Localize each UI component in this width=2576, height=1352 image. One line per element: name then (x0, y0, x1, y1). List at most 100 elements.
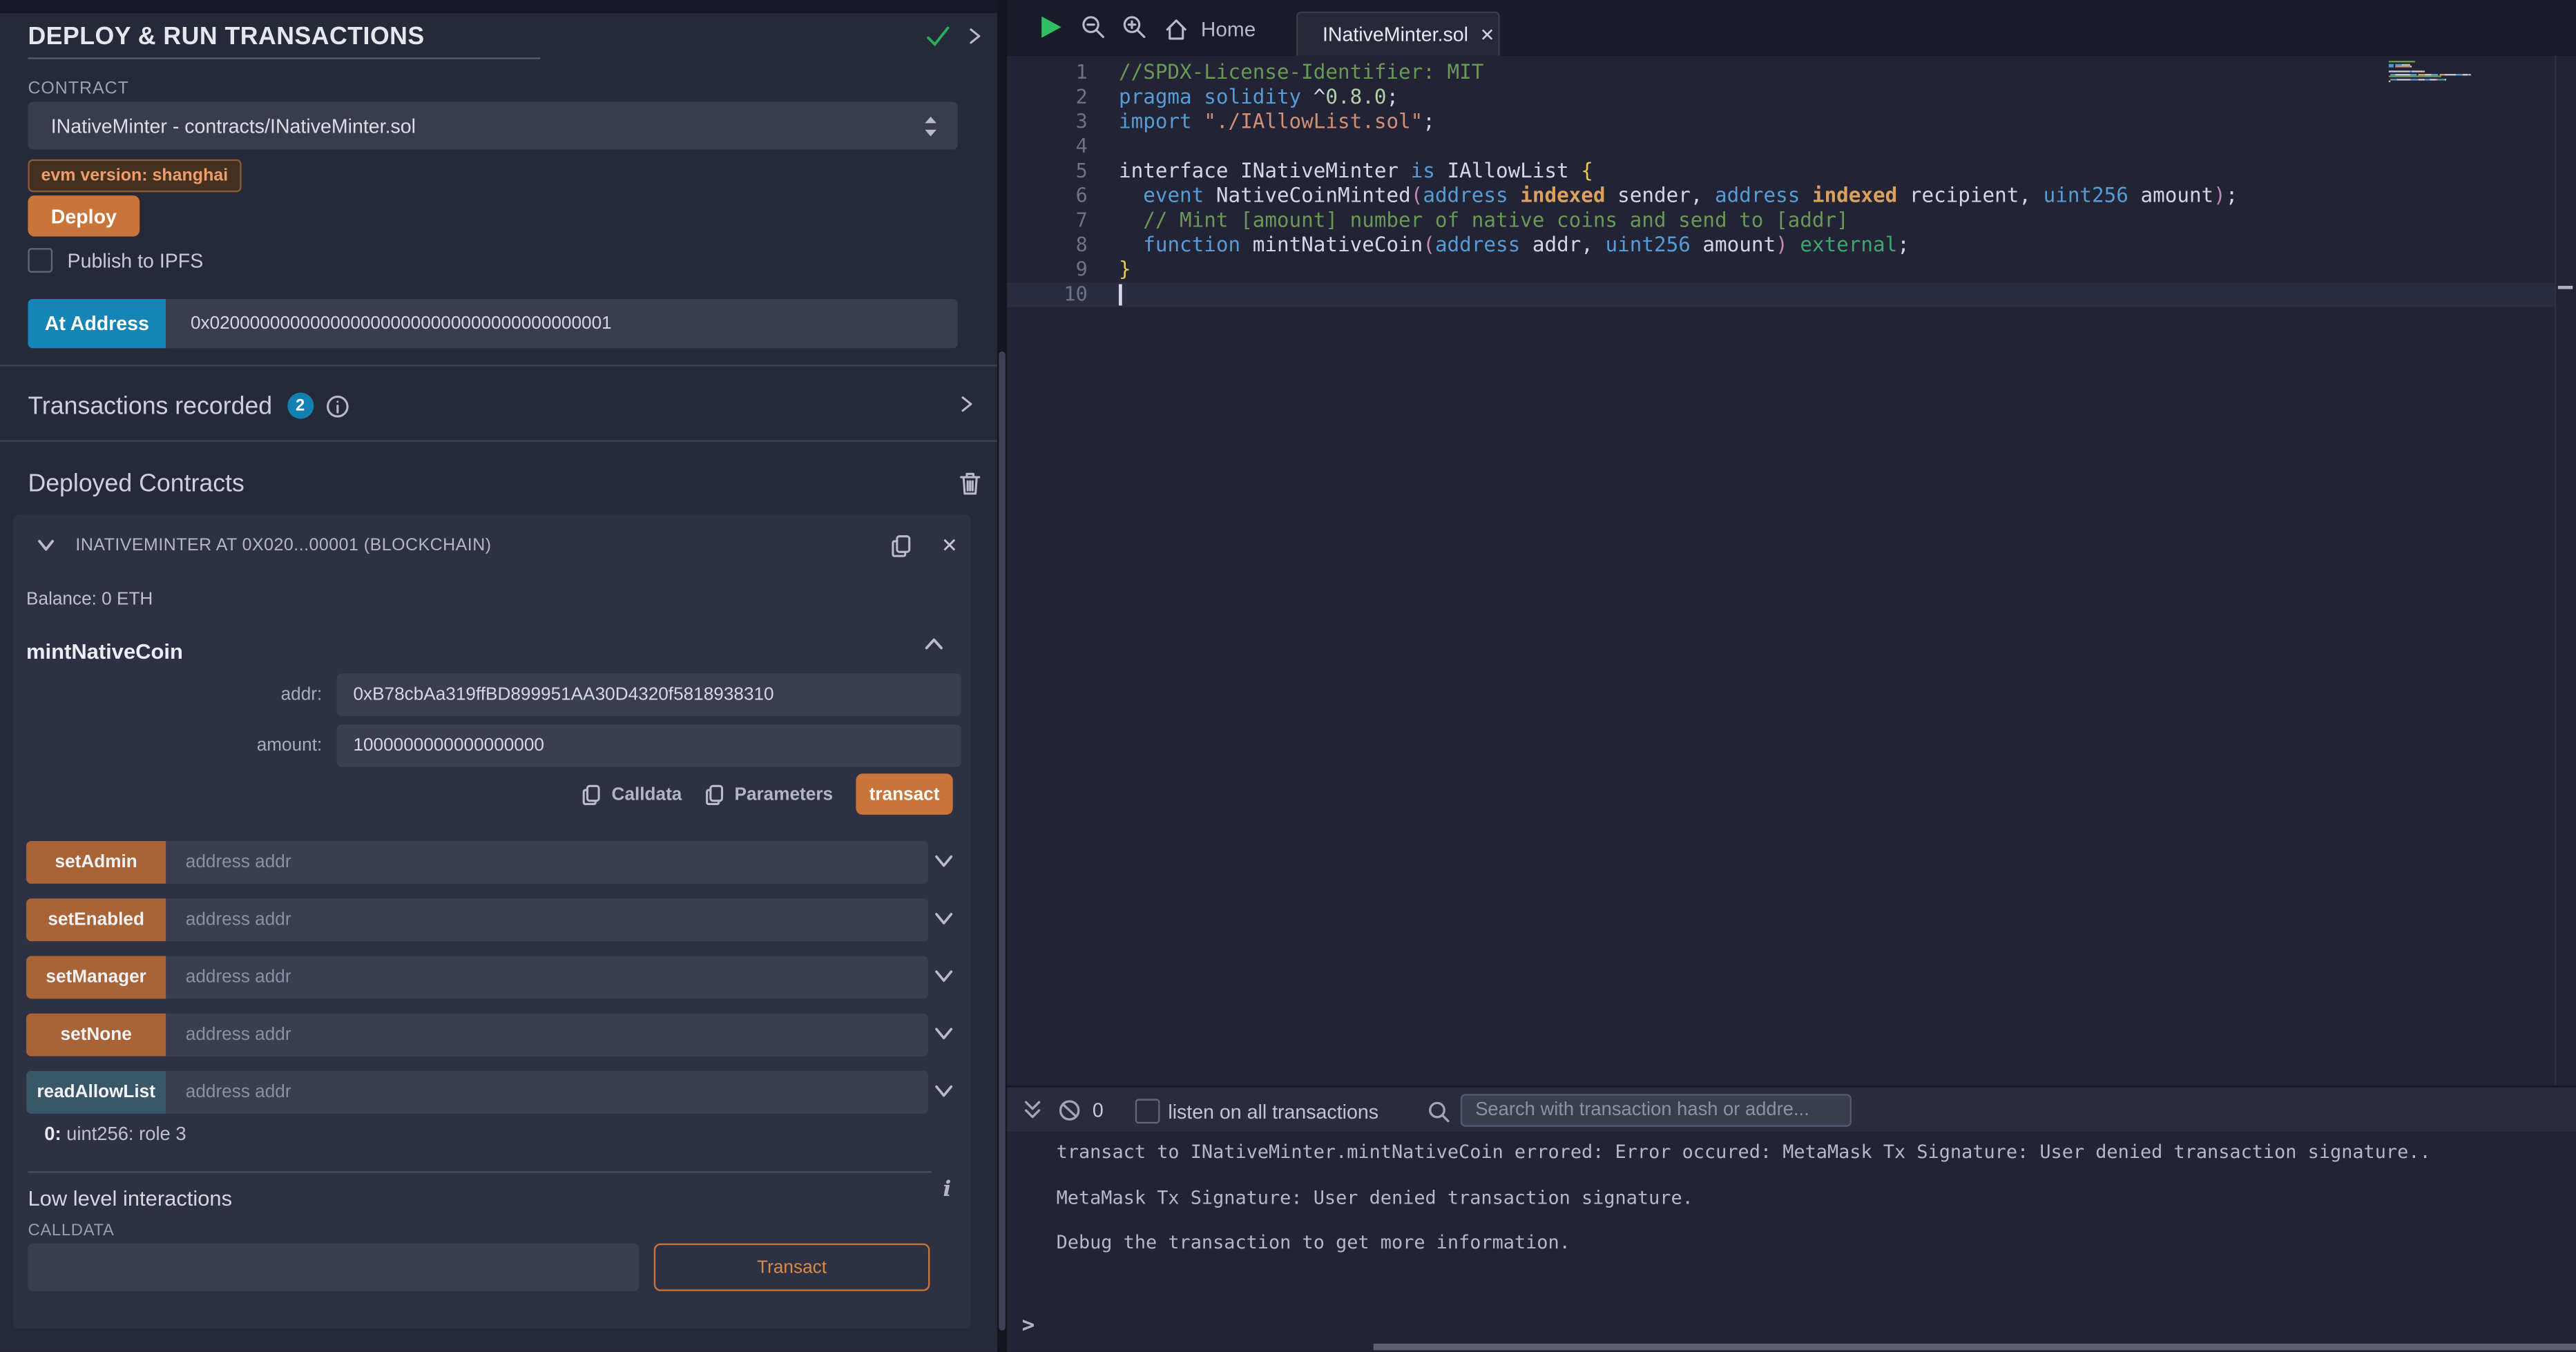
code-editor[interactable]: 1//SPDX-License-Identifier: MIT2pragma s… (1007, 56, 2576, 1086)
readallowlist-input[interactable]: address addr (166, 1071, 928, 1114)
expand-function-chevron-icon[interactable] (933, 1083, 954, 1101)
setmanager-input[interactable]: address addr (166, 956, 928, 998)
low-level-row: Transact (28, 1244, 930, 1291)
code-line-9[interactable]: 9} (1007, 258, 2576, 283)
terminal-prompt[interactable]: > (1022, 1314, 1035, 1339)
code-line-8[interactable]: 8 function mintNativeCoin(address addr, … (1007, 234, 2576, 259)
code-line-10[interactable]: 10 (1007, 283, 2576, 308)
at-address-value: 0x02000000000000000000000000000000000000… (191, 313, 612, 334)
contract-select[interactable]: INativeMinter - contracts/INativeMinter.… (28, 102, 957, 149)
function-row-setadmin: setAdminaddress addr (26, 841, 928, 884)
transactions-recorded-label: Transactions recorded (28, 392, 272, 419)
function-action-row: Calldata Parameters transact (582, 773, 953, 814)
addr-field-label: addr: (13, 673, 322, 716)
setenabled-input[interactable]: address addr (166, 898, 928, 941)
function-name-mintnativecoin[interactable]: mintNativeCoin (26, 639, 183, 664)
expand-terminal-double-chevron-icon[interactable] (1022, 1099, 1044, 1121)
tab-inativeminter-sol[interactable]: INativeMinter.sol ✕ (1296, 12, 1500, 56)
function-row-setnone: setNoneaddress addr (26, 1014, 928, 1056)
panel-chevron-right-icon[interactable] (964, 26, 984, 46)
setnone-button[interactable]: setNone (26, 1014, 166, 1056)
expand-function-chevron-icon[interactable] (933, 853, 954, 871)
code-line-6[interactable]: 6 event NativeCoinMinted(address indexed… (1007, 184, 2576, 209)
transact-button[interactable]: transact (856, 773, 952, 814)
contract-label: CONTRACT (28, 79, 128, 99)
code-line-2[interactable]: 2pragma solidity ^0.8.0; (1007, 86, 2576, 110)
readallowlist-button[interactable]: readAllowList (26, 1071, 166, 1114)
listen-all-transactions-label: listen on all transactions (1168, 1101, 1378, 1123)
low-level-transact-button[interactable]: Transact (654, 1244, 930, 1291)
deploy-button[interactable]: Deploy (28, 195, 140, 236)
collapse-chevron-up-icon[interactable] (923, 636, 945, 653)
card-divider (28, 1171, 931, 1172)
setmanager-button[interactable]: setManager (26, 956, 166, 998)
clear-console-icon[interactable] (1058, 1099, 1081, 1121)
section-divider (0, 441, 997, 442)
expand-function-chevron-icon[interactable] (933, 910, 954, 928)
setenabled-button[interactable]: setEnabled (26, 898, 166, 941)
deploy-run-panel: DEPLOY & RUN TRANSACTIONS CONTRACT INati… (0, 13, 997, 1352)
addr-field-input[interactable]: 0xB78cbAa319ffBD899951AA30D4320f58189383… (337, 673, 961, 716)
deployed-contract-card: INATIVEMINTER AT 0X020...00001 (BLOCKCHA… (13, 514, 971, 1329)
line-number: 10 (1007, 283, 1088, 308)
zoom-in-icon[interactable] (1122, 15, 1147, 39)
listen-all-transactions-checkbox[interactable] (1135, 1099, 1160, 1123)
line-number: 2 (1007, 86, 1088, 110)
zoom-out-icon[interactable] (1081, 15, 1106, 39)
calldata-input[interactable] (28, 1244, 639, 1291)
transactions-recorded-section[interactable]: Transactions recorded 2 (28, 389, 981, 423)
terminal-message: transact to INativeMinter.mintNativeCoin… (1057, 1141, 2431, 1163)
copy-icon[interactable] (890, 533, 912, 558)
function-row-setmanager: setManageraddress addr (26, 956, 928, 998)
left-panel-scrollbar[interactable] (999, 351, 1006, 1331)
terminal-horizontal-scrollbar[interactable] (1374, 1344, 2576, 1351)
calldata-label: CALLDATA (28, 1222, 114, 1240)
minimap[interactable] (2389, 61, 2553, 86)
editor-tabbar: Home INativeMinter.sol ✕ (1007, 0, 2576, 56)
line-number: 8 (1007, 234, 1088, 259)
trash-icon[interactable] (959, 471, 981, 496)
text-cursor (1119, 285, 1122, 307)
close-icon[interactable]: ✕ (941, 534, 958, 557)
panel-divider[interactable] (997, 0, 1007, 1352)
at-address-button[interactable]: At Address (28, 299, 166, 348)
line-number: 9 (1007, 258, 1088, 283)
section-divider (0, 365, 997, 366)
tab-close-icon[interactable]: ✕ (1480, 23, 1495, 45)
code-line-1[interactable]: 1//SPDX-License-Identifier: MIT (1007, 61, 2576, 86)
transactions-count-badge: 2 (287, 393, 314, 419)
info-i-icon[interactable]: i (943, 1178, 952, 1203)
collapse-chevron-down-icon[interactable] (36, 537, 56, 554)
setadmin-input[interactable]: address addr (166, 841, 928, 884)
minimap-border (2555, 56, 2556, 1086)
calldata-action-label: Calldata (612, 784, 682, 804)
select-updown-icon (923, 114, 938, 137)
minimap-line (2389, 84, 2553, 86)
run-script-icon[interactable] (1040, 15, 1063, 39)
balance-label: Balance: 0 ETH (26, 590, 153, 610)
tab-home[interactable]: Home (1165, 13, 1256, 46)
code-line-7[interactable]: 7 // Mint [amount] number of native coin… (1007, 209, 2576, 234)
publish-ipfs-checkbox[interactable] (28, 248, 52, 273)
home-icon (1165, 18, 1188, 41)
amount-field-input[interactable]: 1000000000000000000 (337, 724, 961, 767)
expand-function-chevron-icon[interactable] (933, 1025, 954, 1043)
terminal-search-input[interactable] (1461, 1094, 1852, 1127)
setnone-input[interactable]: address addr (166, 1014, 928, 1056)
terminal-body[interactable]: transact to INativeMinter.mintNativeCoin… (1007, 1132, 2576, 1352)
code-line-4[interactable]: 4 (1007, 135, 2576, 160)
setadmin-button[interactable]: setAdmin (26, 841, 166, 884)
contract-card-header[interactable]: INATIVEMINTER AT 0X020...00001 (BLOCKCHA… (36, 532, 958, 559)
copy-calldata-action[interactable]: Calldata (582, 783, 682, 806)
line-number: 1 (1007, 61, 1088, 86)
at-address-input[interactable]: 0x02000000000000000000000000000000000000… (166, 299, 958, 348)
amount-field-label: amount: (13, 724, 322, 767)
remix-ide-window: DEPLOY & RUN TRANSACTIONS CONTRACT INati… (0, 0, 2576, 1352)
expand-function-chevron-icon[interactable] (933, 967, 954, 985)
code-line-3[interactable]: 3import "./IAllowList.sol"; (1007, 110, 2576, 135)
copy-parameters-action[interactable]: Parameters (705, 783, 833, 806)
minimap-line (2389, 64, 2553, 66)
transactions-expand-chevron-icon[interactable] (956, 394, 976, 414)
overview-ruler-cursor-marker (2558, 287, 2573, 290)
code-line-5[interactable]: 5interface INativeMinter is IAllowList { (1007, 160, 2576, 184)
